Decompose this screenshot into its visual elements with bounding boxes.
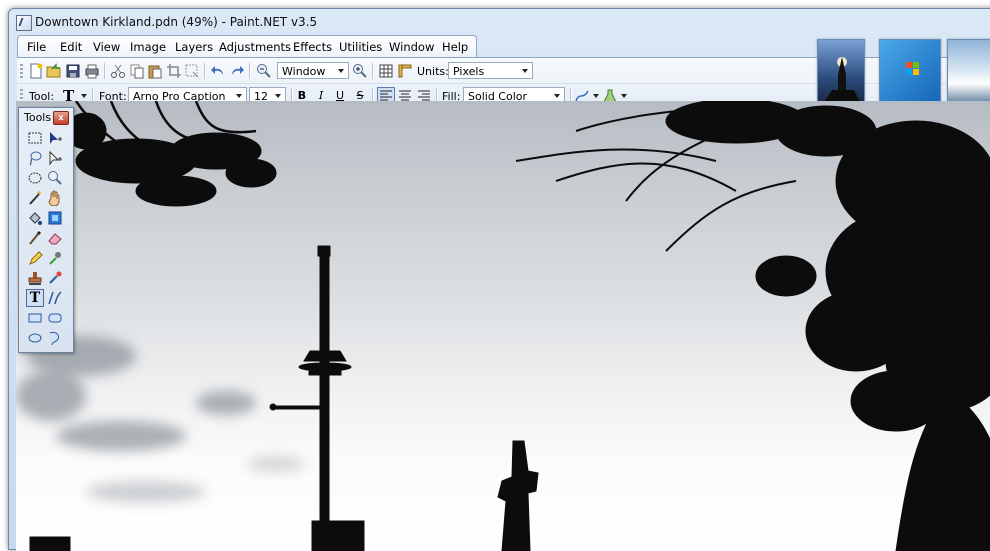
- redo-icon[interactable]: [229, 63, 245, 79]
- paint-net-app-icon[interactable]: [16, 15, 32, 31]
- gradient-tool-icon[interactable]: [47, 210, 63, 226]
- statue-thumbnail-icon: [824, 57, 860, 102]
- move-selection-tool-icon[interactable]: [47, 150, 63, 166]
- units-value: Pixels: [453, 65, 485, 78]
- menu-view[interactable]: View: [93, 40, 120, 54]
- crop-to-selection-icon[interactable]: [166, 63, 182, 79]
- chevron-down-icon: [522, 69, 528, 73]
- chevron-down-icon[interactable]: [593, 94, 599, 98]
- zoom-out-icon[interactable]: [256, 63, 272, 79]
- save-icon[interactable]: [65, 63, 81, 79]
- paint-bucket-tool-icon[interactable]: [27, 210, 43, 226]
- magic-wand-tool-icon[interactable]: [27, 190, 43, 206]
- menu-adjustments[interactable]: Adjustments: [219, 40, 291, 54]
- chevron-down-icon[interactable]: [621, 94, 627, 98]
- color-picker-tool-icon[interactable]: [47, 250, 63, 266]
- menu-help[interactable]: Help: [442, 40, 468, 54]
- windows-logo-icon: [906, 62, 919, 75]
- separator: [104, 63, 106, 79]
- eraser-tool-icon[interactable]: [47, 230, 63, 246]
- rectangle-select-tool-icon[interactable]: [27, 130, 43, 146]
- zoom-value: Window: [282, 65, 326, 78]
- ellipse-tool-icon[interactable]: [27, 330, 43, 346]
- chevron-down-icon: [275, 94, 281, 98]
- pan-hand-tool-icon[interactable]: [47, 190, 63, 206]
- image-thumbnail-snow[interactable]: [947, 39, 990, 103]
- move-selected-pixels-tool-icon[interactable]: [47, 130, 63, 146]
- toolbar-grip[interactable]: [20, 64, 23, 78]
- cut-icon[interactable]: [110, 63, 126, 79]
- tools-window[interactable]: Tools x T: [18, 107, 74, 353]
- close-icon[interactable]: x: [53, 111, 69, 125]
- separator: [204, 63, 206, 79]
- menu-utilities[interactable]: Utilities: [339, 40, 382, 54]
- menu-image[interactable]: Image: [130, 40, 166, 54]
- menu-window[interactable]: Window: [389, 40, 434, 54]
- chevron-down-icon: [338, 69, 344, 73]
- rectangle-tool-icon[interactable]: [27, 310, 43, 326]
- text-tool-icon[interactable]: T: [26, 289, 44, 307]
- paintbrush-tool-icon[interactable]: [27, 230, 43, 246]
- print-icon[interactable]: [84, 63, 100, 79]
- recolor-tool-icon[interactable]: [47, 270, 63, 286]
- ellipse-select-tool-icon[interactable]: [27, 170, 43, 186]
- freeform-shape-tool-icon[interactable]: [47, 330, 63, 346]
- paste-icon[interactable]: [147, 63, 163, 79]
- open-file-icon[interactable]: [46, 63, 62, 79]
- chevron-down-icon[interactable]: [81, 94, 87, 98]
- separator: [249, 63, 251, 79]
- line-curve-tool-icon[interactable]: [47, 290, 63, 306]
- lasso-select-tool-icon[interactable]: [27, 150, 43, 166]
- title-bar[interactable]: Downtown Kirkland.pdn (49%) - Paint.NET …: [9, 9, 990, 35]
- menu-edit[interactable]: Edit: [60, 40, 82, 54]
- zoom-tool-icon[interactable]: [47, 170, 63, 186]
- units-label: Units:: [417, 65, 449, 78]
- image-thumbnail-kirkland[interactable]: [817, 39, 865, 103]
- chevron-down-icon: [236, 94, 242, 98]
- tools-window-title: Tools: [24, 111, 52, 124]
- copy-icon[interactable]: [129, 63, 145, 79]
- new-file-icon[interactable]: [28, 63, 44, 79]
- window-title: Downtown Kirkland.pdn (49%) - Paint.NET …: [35, 15, 318, 29]
- image-thumbnail-windows[interactable]: [879, 39, 941, 103]
- menu-effects[interactable]: Effects: [293, 40, 332, 54]
- deselect-icon[interactable]: [184, 63, 200, 79]
- chevron-down-icon: [554, 94, 560, 98]
- rulers-icon[interactable]: [397, 63, 413, 79]
- zoom-combo[interactable]: Window: [277, 62, 349, 79]
- grid-icon[interactable]: [378, 63, 394, 79]
- menu-bar: File Edit View Image Layers Adjustments …: [17, 35, 477, 58]
- pencil-tool-icon[interactable]: [27, 250, 43, 266]
- clone-stamp-tool-icon[interactable]: [27, 270, 43, 286]
- rounded-rectangle-tool-icon[interactable]: [47, 310, 63, 326]
- image-canvas[interactable]: [16, 101, 990, 551]
- separator: [372, 63, 374, 79]
- photo-silhouettes: [29, 101, 990, 551]
- zoom-in-icon[interactable]: [352, 63, 368, 79]
- menu-file[interactable]: File: [27, 40, 46, 54]
- menu-layers[interactable]: Layers: [175, 40, 213, 54]
- undo-icon[interactable]: [210, 63, 226, 79]
- units-combo[interactable]: Pixels: [448, 62, 533, 79]
